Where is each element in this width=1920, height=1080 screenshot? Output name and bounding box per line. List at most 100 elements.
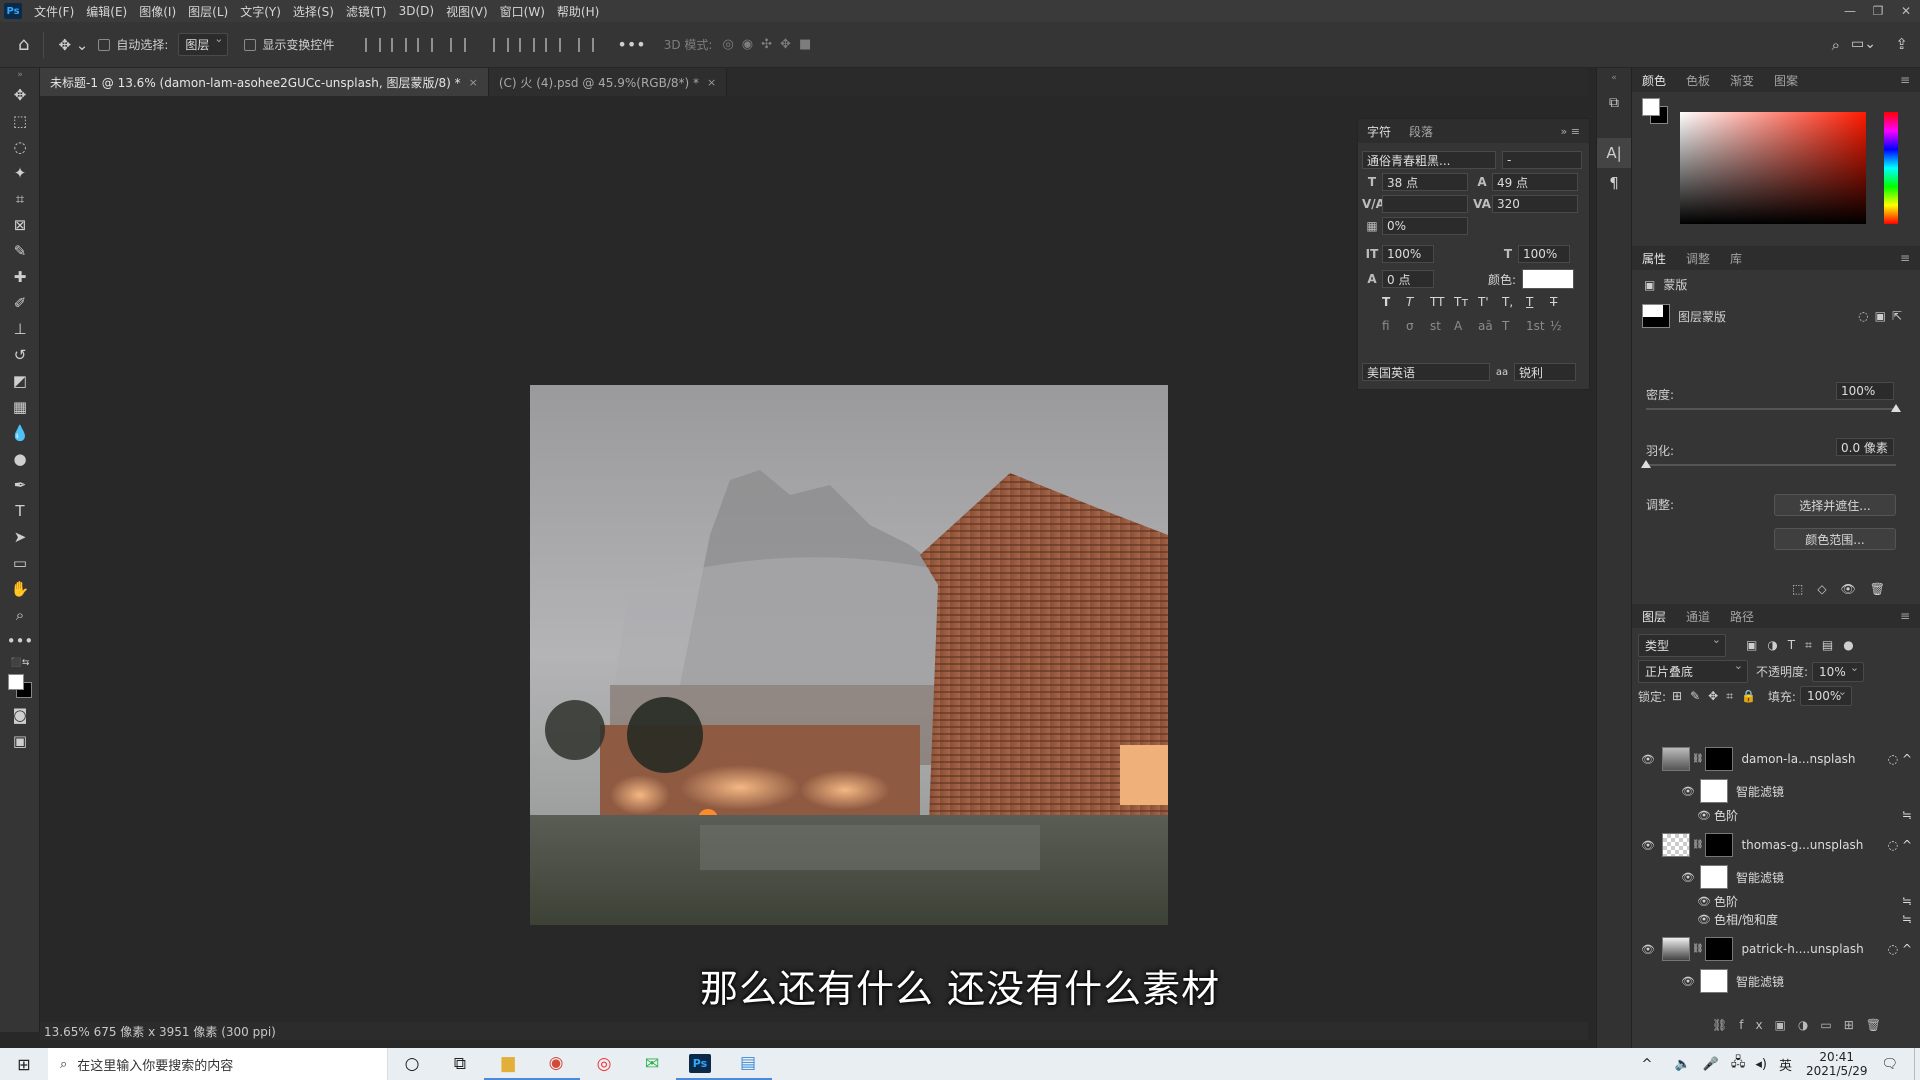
lasso-tool-icon[interactable]: ◌: [0, 134, 40, 160]
character-panel-icon[interactable]: A|: [1597, 138, 1631, 168]
close-tab-icon[interactable]: ×: [707, 76, 716, 89]
more-options-icon[interactable]: •••: [617, 35, 645, 54]
visibility-eye-icon[interactable]: 👁: [1680, 975, 1696, 988]
panel-menu-icon[interactable]: ≡: [1890, 609, 1920, 623]
menu-layer[interactable]: 图层(L): [182, 3, 234, 20]
workspace-icon[interactable]: ▭⌄: [1851, 36, 1876, 52]
history-panel-icon[interactable]: ⧉: [1597, 88, 1631, 118]
antialias-dropdown[interactable]: 锐利: [1514, 363, 1576, 381]
ime-indicator[interactable]: 英: [1779, 1055, 1792, 1074]
menu-filter[interactable]: 滤镜(T): [340, 3, 393, 20]
network-icon[interactable]: 🖧: [1731, 1053, 1746, 1075]
menu-type[interactable]: 文字(Y): [234, 3, 287, 20]
kerning-field[interactable]: [1382, 195, 1468, 213]
notification-icon[interactable]: 🗨: [1881, 1057, 1898, 1072]
frame-tool-icon[interactable]: ⊠: [0, 212, 40, 238]
filter-options-icon[interactable]: ≒: [1902, 894, 1912, 908]
microphone-icon[interactable]: 🎤: [1703, 1057, 1719, 1072]
strikethrough-button[interactable]: T: [1550, 295, 1574, 309]
layer-filter-dropdown[interactable]: 类型: [1638, 633, 1726, 657]
show-transform-checkbox[interactable]: [244, 38, 257, 51]
menu-file[interactable]: 文件(F): [28, 3, 80, 20]
blur-tool-icon[interactable]: 💧: [0, 420, 40, 446]
language-dropdown[interactable]: 美国英语: [1362, 363, 1490, 381]
density-slider-thumb[interactable]: [1891, 404, 1901, 412]
faux-italic-button[interactable]: T: [1406, 295, 1430, 309]
layer-row[interactable]: 👁 智能滤镜: [1632, 862, 1912, 892]
align-middle-icon[interactable]: [519, 37, 536, 52]
layer-mask-thumbnail[interactable]: [1705, 747, 1734, 771]
quick-mask-icon[interactable]: ◙: [0, 702, 40, 728]
color-panel-swatches[interactable]: [1642, 98, 1670, 126]
layer-mask-thumbnail[interactable]: [1705, 833, 1734, 857]
tab-color[interactable]: 颜色: [1632, 72, 1676, 89]
panel-menu-icon[interactable]: ≡: [1890, 73, 1920, 87]
netease-music-icon[interactable]: ◎: [580, 1048, 628, 1080]
restore-icon[interactable]: ❐: [1864, 0, 1892, 22]
link-icon[interactable]: ⛓: [1692, 944, 1703, 954]
taskbar-search[interactable]: ⌕ 在这里输入你要搜索的内容: [48, 1048, 388, 1080]
lock-icons[interactable]: ⊞✎✥⌗🔒: [1672, 689, 1764, 704]
pen-tool-icon[interactable]: ✒: [0, 472, 40, 498]
discretionary-ligature-button[interactable]: st: [1430, 319, 1454, 333]
photoshop-taskbar-icon[interactable]: Ps: [676, 1048, 724, 1080]
windows-start-icon[interactable]: ⊞: [0, 1048, 48, 1080]
edit-toolbar-icon[interactable]: •••: [0, 628, 40, 654]
mask-action-icons[interactable]: ◌▣⇱: [1858, 309, 1908, 323]
menu-select[interactable]: 选择(S): [287, 3, 340, 20]
feather-slider[interactable]: [1641, 460, 1896, 468]
tab-character[interactable]: 字符: [1358, 123, 1400, 140]
ligature-button[interactable]: fi: [1382, 319, 1406, 333]
close-tab-icon[interactable]: ×: [469, 76, 478, 89]
color-swatches[interactable]: [0, 672, 40, 702]
tsume-field[interactable]: 0%: [1382, 217, 1468, 235]
share-icon[interactable]: ⇪: [1895, 35, 1908, 53]
visibility-eye-icon[interactable]: 👁: [1696, 895, 1712, 908]
clone-stamp-tool-icon[interactable]: ⊥: [0, 316, 40, 342]
move-tool-icon[interactable]: ✥: [0, 82, 40, 108]
baseline-shift-field[interactable]: 0 点: [1382, 270, 1434, 288]
visibility-eye-icon[interactable]: 👁: [1696, 809, 1712, 822]
file-explorer-icon[interactable]: ▆: [484, 1048, 532, 1080]
move-tool-preset-icon[interactable]: ✥ ⌄: [58, 36, 88, 54]
minimize-icon[interactable]: —: [1836, 0, 1864, 22]
distribute-horizontal-icon[interactable]: [578, 37, 595, 52]
layer-row[interactable]: 👁 ⛓ thomas-g...unsplash ◌ ^: [1632, 828, 1912, 862]
layer-row[interactable]: 👁 ⛓ damon-la...nsplash ◌ ^: [1632, 742, 1912, 776]
align-right-icon[interactable]: [417, 37, 434, 52]
menu-window[interactable]: 窗口(W): [494, 3, 551, 20]
subscript-button[interactable]: T,: [1502, 295, 1526, 309]
cortana-icon[interactable]: ○: [388, 1048, 436, 1080]
tab-paths[interactable]: 路径: [1720, 608, 1764, 625]
distribute-vertical-icon[interactable]: [450, 37, 467, 52]
horizontal-scale-field[interactable]: 100%: [1518, 245, 1570, 263]
brush-tool-icon[interactable]: ✐: [0, 290, 40, 316]
underline-button[interactable]: T: [1526, 295, 1550, 309]
menu-3d[interactable]: 3D(D): [393, 4, 440, 18]
link-icon[interactable]: ⛓: [1692, 840, 1703, 850]
layers-footer-icons[interactable]: ⛓fx▣◑▭⊞🗑: [1712, 1018, 1912, 1032]
align-top-icon[interactable]: [493, 37, 510, 52]
vertical-scale-field[interactable]: 100%: [1382, 245, 1434, 263]
font-family-dropdown[interactable]: 通俗青春粗黑...: [1362, 151, 1496, 169]
hand-tool-icon[interactable]: ✋: [0, 576, 40, 602]
menu-image[interactable]: 图像(I): [133, 3, 182, 20]
paragraph-panel-icon[interactable]: ¶: [1597, 168, 1631, 198]
tab-fire-psd[interactable]: (C) 火 (4).psd @ 45.9%(RGB/8*) * ×: [488, 68, 728, 96]
feather-field[interactable]: 0.0 像素: [1836, 438, 1894, 456]
density-slider[interactable]: [1646, 404, 1901, 412]
tab-untitled-1[interactable]: 未标题-1 @ 13.6% (damon-lam-asohee2GUCc-uns…: [40, 68, 489, 96]
volume-status-icon[interactable]: ◂): [1755, 1057, 1767, 1072]
link-icon[interactable]: ⛓: [1692, 754, 1703, 764]
layer-row[interactable]: 👁 智能滤镜: [1632, 776, 1912, 806]
tab-patterns[interactable]: 图案: [1764, 72, 1808, 89]
menu-view[interactable]: 视图(V): [440, 3, 494, 20]
gradient-tool-icon[interactable]: ▦: [0, 394, 40, 420]
tracking-field[interactable]: 320: [1492, 195, 1578, 213]
visibility-eye-icon[interactable]: 👁: [1680, 871, 1696, 884]
feather-slider-thumb[interactable]: [1641, 460, 1651, 468]
visibility-eye-icon[interactable]: 👁: [1696, 913, 1712, 926]
visibility-eye-icon[interactable]: 👁: [1640, 943, 1656, 956]
foreground-color-swatch[interactable]: [8, 674, 24, 690]
zoom-tool-icon[interactable]: ⌕: [0, 602, 40, 628]
